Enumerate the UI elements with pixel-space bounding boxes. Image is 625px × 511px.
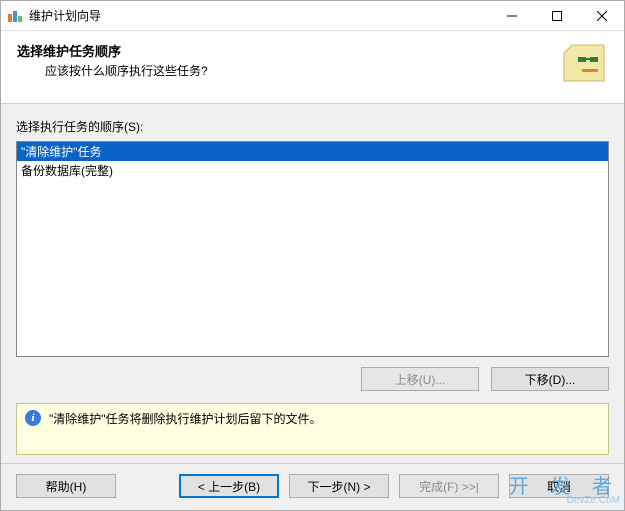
cancel-button[interactable]: 取消 [509, 474, 609, 498]
window-controls [489, 1, 624, 31]
next-label: 下一步(N) > [307, 478, 370, 495]
info-box: i "清除维护"任务将删除执行维护计划后留下的文件。 [16, 403, 609, 455]
info-text: "清除维护"任务将删除执行维护计划后留下的文件。 [49, 410, 322, 427]
list-item[interactable]: "清除维护"任务 [17, 142, 608, 161]
header-title: 选择维护任务顺序 [17, 41, 560, 60]
wizard-body: 选择执行任务的顺序(S): "清除维护"任务备份数据库(完整) 上移(U)...… [1, 104, 624, 463]
help-label: 帮助(H) [46, 478, 87, 495]
maximize-button[interactable] [534, 1, 579, 31]
back-label: < 上一步(B) [198, 478, 260, 495]
header-subtitle: 应该按什么顺序执行这些任务? [17, 62, 560, 79]
window-title: 维护计划向导 [29, 7, 489, 24]
help-button[interactable]: 帮助(H) [16, 474, 116, 498]
list-label: 选择执行任务的顺序(S): [16, 118, 609, 135]
info-icon: i [25, 410, 41, 426]
titlebar: 维护计划向导 [1, 1, 624, 31]
list-item[interactable]: 备份数据库(完整) [17, 161, 608, 180]
order-buttons: 上移(U)... 下移(D)... [16, 367, 609, 391]
wizard-window: 维护计划向导 选择维护任务顺序 应该按什么顺序执行这些任务? [0, 0, 625, 511]
move-up-label: 上移(U)... [395, 371, 446, 388]
move-up-button[interactable]: 上移(U)... [361, 367, 479, 391]
next-button[interactable]: 下一步(N) > [289, 474, 389, 498]
wizard-header: 选择维护任务顺序 应该按什么顺序执行这些任务? [1, 31, 624, 104]
app-icon [7, 8, 23, 24]
move-down-label: 下移(D)... [525, 371, 576, 388]
minimize-button[interactable] [489, 1, 534, 31]
wizard-footer: 帮助(H) < 上一步(B) 下一步(N) > 完成(F) >>| 取消 [1, 463, 624, 510]
tasks-icon [560, 41, 608, 89]
finish-button[interactable]: 完成(F) >>| [399, 474, 499, 498]
close-button[interactable] [579, 1, 624, 31]
finish-label: 完成(F) >>| [419, 478, 479, 495]
cancel-label: 取消 [547, 478, 571, 495]
task-order-listbox[interactable]: "清除维护"任务备份数据库(完整) [16, 141, 609, 357]
move-down-button[interactable]: 下移(D)... [491, 367, 609, 391]
header-text: 选择维护任务顺序 应该按什么顺序执行这些任务? [17, 41, 560, 79]
back-button[interactable]: < 上一步(B) [179, 474, 279, 498]
